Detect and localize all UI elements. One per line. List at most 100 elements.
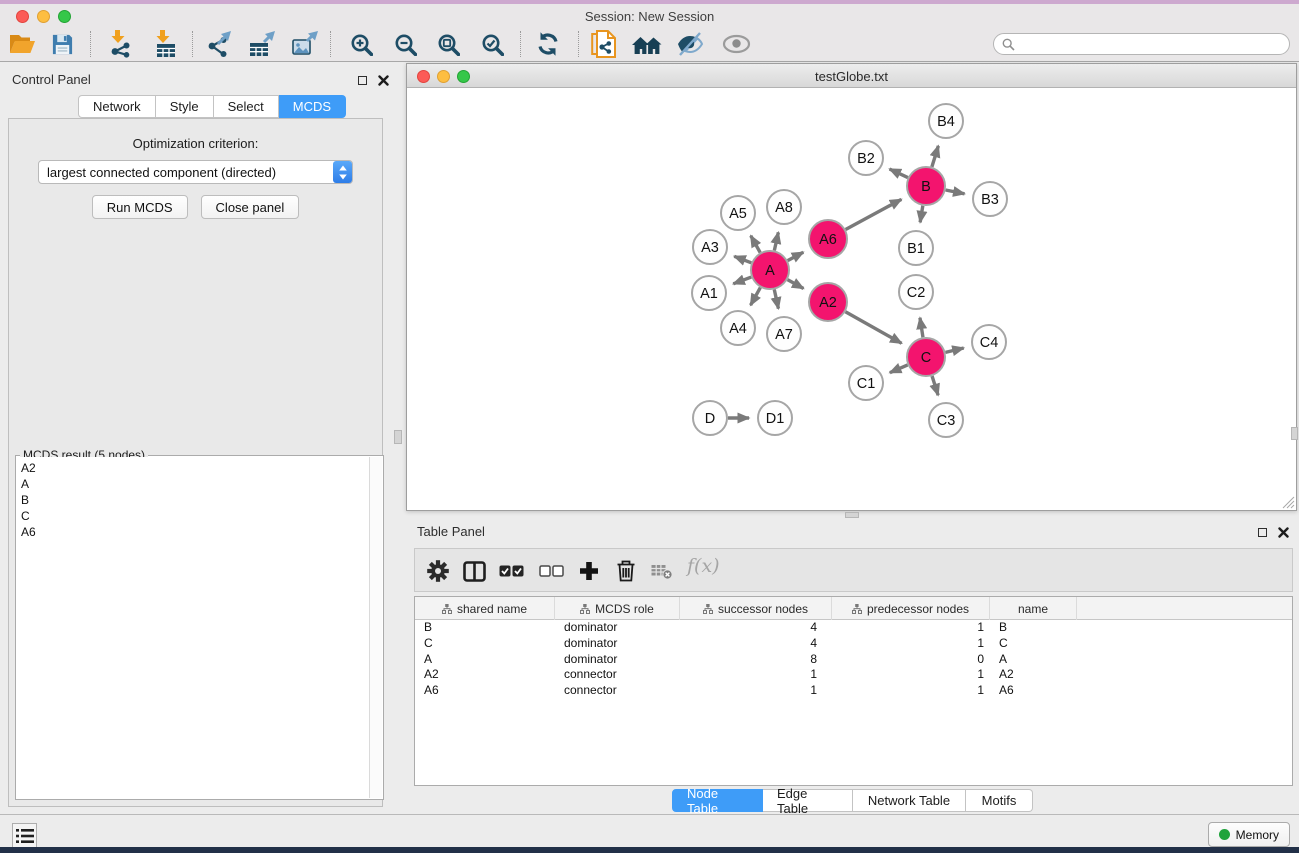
mcds-result-list[interactable]: A2ABCA6	[17, 457, 369, 798]
table-cell[interactable]: A6	[990, 683, 1077, 699]
resize-grip-icon[interactable]	[1282, 496, 1295, 509]
graph-node-A1[interactable]: A1	[692, 276, 726, 310]
table-cell[interactable]: 1	[832, 683, 990, 699]
tab-node-table[interactable]: Node Table	[672, 789, 763, 812]
table-row[interactable]: Bdominator41B	[415, 620, 1292, 636]
search-input[interactable]	[1020, 37, 1289, 51]
splitter-handle[interactable]	[1291, 427, 1298, 440]
refresh-layout-button[interactable]	[532, 29, 564, 59]
graph-edge-A-A6[interactable]	[788, 252, 804, 260]
graph-node-B2[interactable]: B2	[849, 141, 883, 175]
show-columns-button[interactable]	[459, 556, 489, 586]
delete-columns-button[interactable]	[611, 556, 641, 586]
graph-edge-A-A1[interactable]	[733, 277, 751, 284]
column-header-name[interactable]: name	[990, 597, 1077, 620]
graph-node-A2[interactable]: A2	[809, 283, 847, 321]
table-cell[interactable]: dominator	[555, 636, 680, 652]
splitter-handle[interactable]	[845, 512, 859, 518]
graph-node-B3[interactable]: B3	[973, 182, 1007, 216]
import-network-button[interactable]	[104, 29, 136, 59]
column-header-MCDS-role[interactable]: MCDS role	[555, 597, 680, 620]
column-header-predecessor-nodes[interactable]: predecessor nodes	[832, 597, 990, 620]
new-network-from-selection-button[interactable]	[588, 29, 620, 59]
table-cell[interactable]: dominator	[555, 652, 680, 668]
graph-node-A4[interactable]: A4	[721, 311, 755, 345]
graph-edge-A-A5[interactable]	[751, 236, 760, 253]
graph-node-C2[interactable]: C2	[899, 275, 933, 309]
graph-edge-C-C2[interactable]	[920, 318, 923, 338]
graph-edge-B-B2[interactable]	[890, 169, 908, 178]
table-cell[interactable]: connector	[555, 683, 680, 699]
table-cell[interactable]: A6	[415, 683, 555, 699]
graph-edge-A-A4[interactable]	[751, 288, 761, 306]
tab-network[interactable]: Network	[78, 95, 156, 118]
graph-edge-B-B1[interactable]	[920, 206, 923, 223]
close-panel-button-mcds[interactable]: Close panel	[201, 195, 300, 219]
search-field[interactable]	[993, 33, 1290, 55]
result-scrollbar[interactable]	[369, 457, 382, 798]
table-cell[interactable]: 1	[832, 620, 990, 636]
network-graph[interactable]: B4B2BB3A8A5A6A3B1AC2A1A2A4A7C4CC1DD1C3	[407, 89, 1296, 510]
graph-node-B[interactable]: B	[907, 167, 945, 205]
tab-select[interactable]: Select	[214, 95, 279, 118]
graph-node-A7[interactable]: A7	[767, 317, 801, 351]
tab-mcds[interactable]: MCDS	[279, 95, 346, 118]
graph-node-B4[interactable]: B4	[929, 104, 963, 138]
graph-node-D[interactable]: D	[693, 401, 727, 435]
tab-style[interactable]: Style	[156, 95, 214, 118]
eye-button[interactable]	[720, 29, 752, 59]
optimization-criterion-select[interactable]: largest connected component (directed)	[38, 160, 353, 184]
close-table-panel-button[interactable]	[1277, 526, 1290, 539]
table-row[interactable]: A2connector11A2	[415, 667, 1292, 683]
graph-node-C1[interactable]: C1	[849, 366, 883, 400]
table-row[interactable]: A6connector11A6	[415, 683, 1292, 699]
table-cell[interactable]: 4	[680, 620, 832, 636]
graph-node-A[interactable]: A	[751, 251, 789, 289]
memory-button[interactable]: Memory	[1208, 822, 1290, 847]
network-canvas[interactable]: B4B2BB3A8A5A6A3B1AC2A1A2A4A7C4CC1DD1C3	[407, 89, 1296, 510]
zoom-fit-button[interactable]	[432, 29, 464, 59]
table-cell[interactable]: C	[415, 636, 555, 652]
open-session-button[interactable]	[6, 29, 38, 59]
graph-edge-C-C1[interactable]	[890, 365, 908, 373]
deselect-all-columns-button[interactable]	[536, 556, 566, 586]
table-cell[interactable]: 8	[680, 652, 832, 668]
graph-node-A3[interactable]: A3	[693, 230, 727, 264]
graph-edge-A-A3[interactable]	[734, 256, 751, 263]
graph-node-A6[interactable]: A6	[809, 220, 847, 258]
zoom-out-button[interactable]	[389, 29, 421, 59]
table-cell[interactable]: A2	[415, 667, 555, 683]
table-cell[interactable]: connector	[555, 667, 680, 683]
task-history-button[interactable]	[12, 823, 37, 848]
graph-node-C3[interactable]: C3	[929, 403, 963, 437]
tab-edge-table[interactable]: Edge Table	[763, 789, 853, 812]
export-image-button[interactable]	[288, 29, 320, 59]
table-cell[interactable]: A	[990, 652, 1077, 668]
graph-edge-C-C3[interactable]	[932, 376, 938, 395]
graph-node-A8[interactable]: A8	[767, 190, 801, 224]
table-row[interactable]: Adominator80A	[415, 652, 1292, 668]
hide-graphics-details-button[interactable]	[674, 29, 706, 59]
graph-edge-C-C4[interactable]	[945, 348, 963, 352]
mcds-result-box[interactable]: MCDS result (5 nodes) A2ABCA6	[15, 455, 384, 800]
graph-edge-A-A2[interactable]	[788, 280, 804, 289]
graph-edge-A-A7[interactable]	[774, 290, 778, 309]
graph-edge-B-B4[interactable]	[932, 146, 938, 167]
table-mode-gear-button[interactable]	[423, 556, 453, 586]
export-table-button[interactable]	[245, 29, 277, 59]
delete-table-button[interactable]	[647, 556, 677, 586]
table-cell[interactable]: A2	[990, 667, 1077, 683]
table-cell[interactable]: 1	[832, 636, 990, 652]
table-cell[interactable]: 1	[680, 683, 832, 699]
table-cell[interactable]: dominator	[555, 620, 680, 636]
home-button[interactable]	[631, 29, 663, 59]
column-header-successor-nodes[interactable]: successor nodes	[680, 597, 832, 620]
table-row[interactable]: Cdominator41C	[415, 636, 1292, 652]
zoom-in-button[interactable]	[345, 29, 377, 59]
import-table-button[interactable]	[149, 29, 181, 59]
tab-network-table[interactable]: Network Table	[853, 789, 966, 812]
graph-edge-A2-C[interactable]	[845, 312, 901, 344]
table-cell[interactable]: 4	[680, 636, 832, 652]
graph-node-C4[interactable]: C4	[972, 325, 1006, 359]
float-panel-button[interactable]	[356, 74, 369, 87]
